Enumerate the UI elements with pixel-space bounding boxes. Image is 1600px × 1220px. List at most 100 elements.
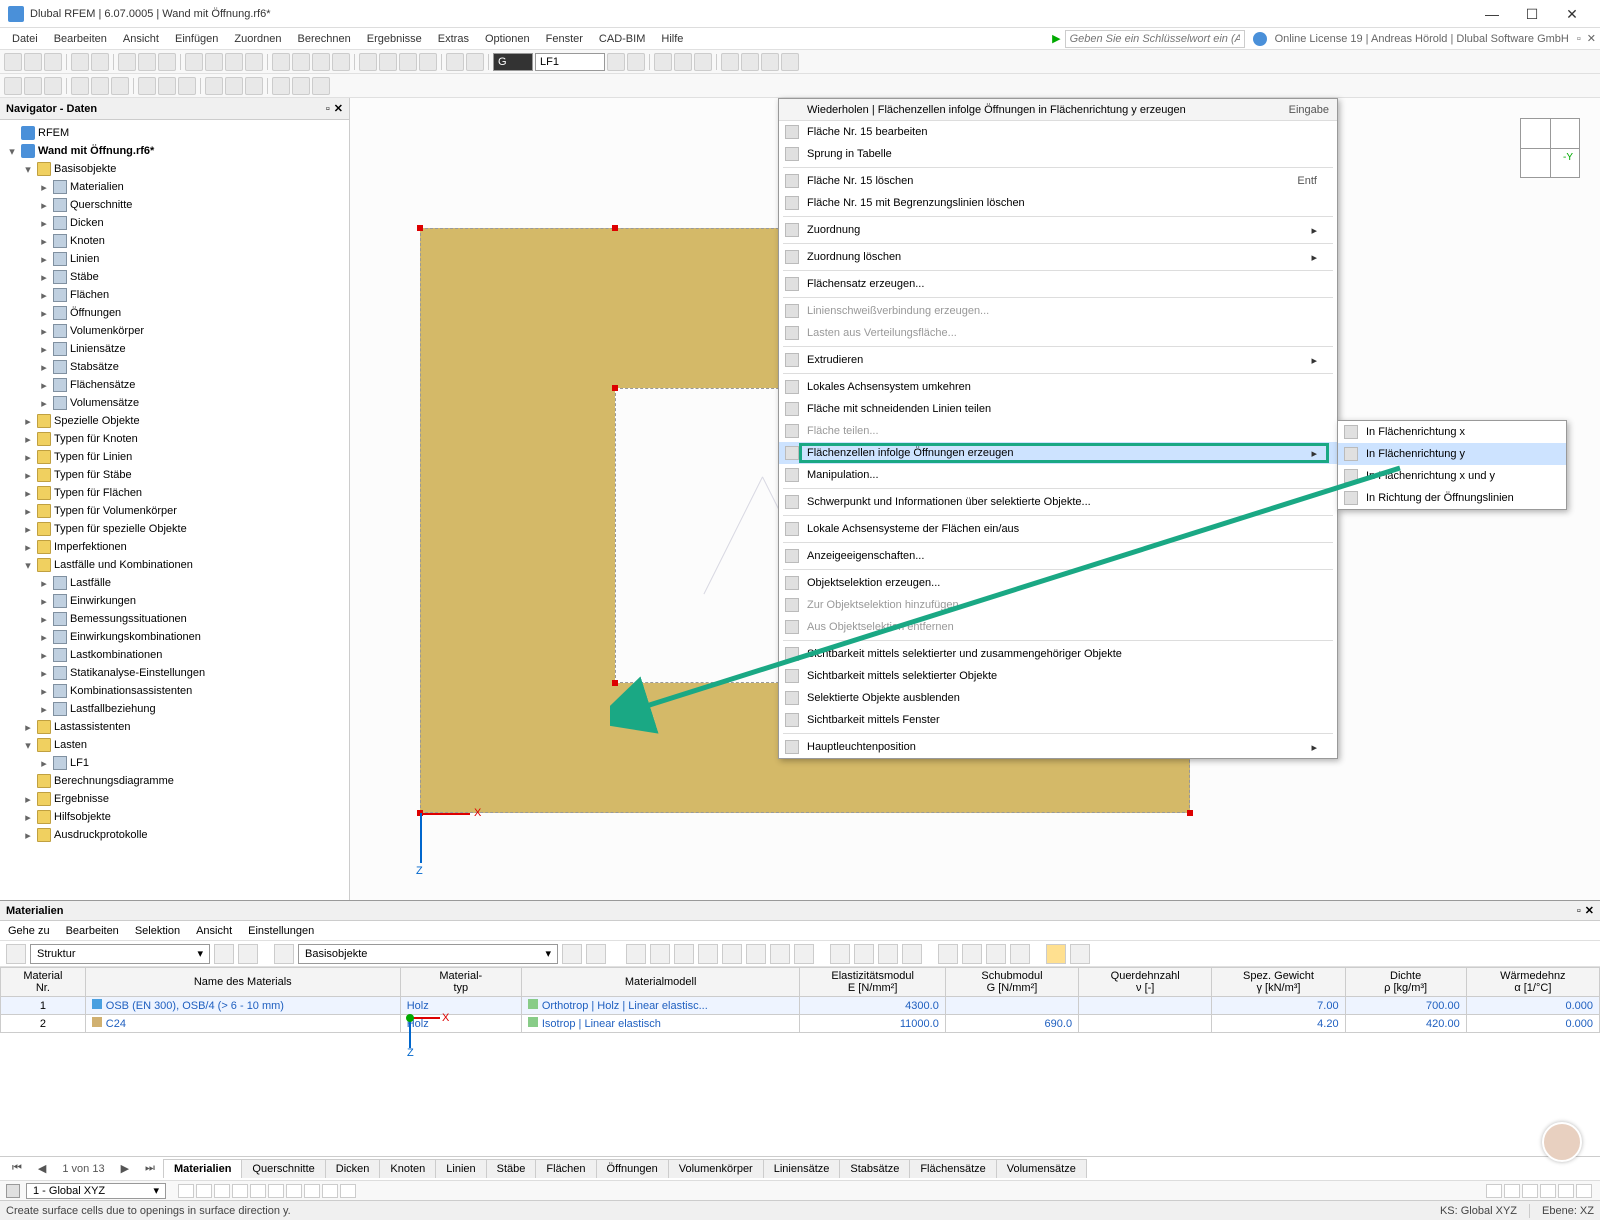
tree-node[interactable]: ▸Liniensätze bbox=[2, 340, 347, 358]
tree-node[interactable]: ▸Hilfsobjekte bbox=[2, 808, 347, 826]
bp-t15-icon[interactable] bbox=[1010, 944, 1030, 964]
tool-s-icon[interactable] bbox=[741, 53, 759, 71]
menu-hilfe[interactable]: Hilfe bbox=[653, 31, 691, 47]
bp-tab[interactable]: Liniensätze bbox=[763, 1159, 841, 1178]
sb-r2-icon[interactable] bbox=[1504, 1184, 1520, 1198]
tool-e-icon[interactable] bbox=[272, 53, 290, 71]
tree-node[interactable]: RFEM bbox=[2, 124, 347, 142]
bp-next-icon[interactable] bbox=[238, 944, 258, 964]
tool2-d-icon[interactable] bbox=[71, 77, 89, 95]
tree-node[interactable]: ▸Ergebnisse bbox=[2, 790, 347, 808]
tool2-g-icon[interactable] bbox=[138, 77, 156, 95]
tree-node[interactable]: ▸LF1 bbox=[2, 754, 347, 772]
bp-highlight-icon[interactable] bbox=[1046, 944, 1066, 964]
ctx-sub-item[interactable]: In Richtung der Öffnungslinien bbox=[1338, 487, 1566, 509]
menu-bearbeiten[interactable]: Bearbeiten bbox=[46, 31, 115, 47]
tool-a-icon[interactable] bbox=[185, 53, 203, 71]
sb-r5-icon[interactable] bbox=[1558, 1184, 1574, 1198]
close-button[interactable]: ✕ bbox=[1552, 2, 1592, 26]
tree-node[interactable]: ▸Typen für Volumenkörper bbox=[2, 502, 347, 520]
tab-first-icon[interactable]: ⏮ bbox=[4, 1160, 30, 1177]
ctx-item[interactable]: Sichtbarkeit mittels Fenster bbox=[779, 709, 1337, 731]
tree-node[interactable]: ▸Flächen bbox=[2, 286, 347, 304]
tab-prev-icon[interactable]: ◀ bbox=[30, 1160, 54, 1177]
tree-node[interactable]: ▸Volumensätze bbox=[2, 394, 347, 412]
tree-node[interactable]: ▸Materialien bbox=[2, 178, 347, 196]
doc-close-button[interactable]: ✕ bbox=[1587, 32, 1596, 45]
tool-g-icon[interactable] bbox=[312, 53, 330, 71]
bp-tab[interactable]: Volumenkörper bbox=[668, 1159, 764, 1178]
tool-i-icon[interactable] bbox=[359, 53, 377, 71]
tool2-j-icon[interactable] bbox=[205, 77, 223, 95]
sb-r3-icon[interactable] bbox=[1522, 1184, 1538, 1198]
tool-b-icon[interactable] bbox=[205, 53, 223, 71]
tool-next-icon[interactable] bbox=[627, 53, 645, 71]
tree-node[interactable]: ▸Stabsätze bbox=[2, 358, 347, 376]
tool-r-icon[interactable] bbox=[721, 53, 739, 71]
tree-node[interactable]: ▾Lasten bbox=[2, 736, 347, 754]
menu-ergebnisse[interactable]: Ergebnisse bbox=[359, 31, 430, 47]
tool-print-icon[interactable] bbox=[118, 53, 136, 71]
sb-t5-icon[interactable] bbox=[250, 1184, 266, 1198]
bp-t9-icon[interactable] bbox=[830, 944, 850, 964]
tool-f-icon[interactable] bbox=[292, 53, 310, 71]
tool2-e-icon[interactable] bbox=[91, 77, 109, 95]
tool-p-icon[interactable] bbox=[674, 53, 692, 71]
tool-save-icon[interactable] bbox=[44, 53, 62, 71]
bp-tab[interactable]: Öffnungen bbox=[596, 1159, 669, 1178]
ctx-sub-item[interactable]: In Flächenrichtung x bbox=[1338, 421, 1566, 443]
sb-t9-icon[interactable] bbox=[322, 1184, 338, 1198]
bp-menu-bearbeiten[interactable]: Bearbeiten bbox=[66, 925, 119, 937]
tree-node[interactable]: ▸Lastassistenten bbox=[2, 718, 347, 736]
menu-datei[interactable]: Datei bbox=[4, 31, 46, 47]
bp-combo-basisobjekte[interactable]: Basisobjekte▾ bbox=[298, 944, 558, 964]
ctx-item[interactable]: Fläche Nr. 15 bearbeiten bbox=[779, 121, 1337, 143]
tool-redo-icon[interactable] bbox=[91, 53, 109, 71]
tab-next-icon[interactable]: ▶ bbox=[113, 1160, 137, 1177]
bp-tab[interactable]: Materialien bbox=[163, 1159, 242, 1178]
keyword-search[interactable] bbox=[1065, 30, 1245, 48]
tool-new-icon[interactable] bbox=[4, 53, 22, 71]
ctx-item[interactable]: Schwerpunkt und Informationen über selek… bbox=[779, 491, 1337, 513]
view-cube[interactable]: -Y bbox=[1520, 118, 1580, 178]
tree-node[interactable]: ▾Lastfälle und Kombinationen bbox=[2, 556, 347, 574]
ctx-sub-item[interactable]: In Flächenrichtung x und y bbox=[1338, 465, 1566, 487]
ctx-item[interactable]: Manipulation... bbox=[779, 464, 1337, 486]
tool-undo-icon[interactable] bbox=[71, 53, 89, 71]
tool-prev-icon[interactable] bbox=[607, 53, 625, 71]
support-avatar[interactable] bbox=[1542, 1122, 1582, 1162]
menu-zuordnen[interactable]: Zuordnen bbox=[226, 31, 289, 47]
tool2-h-icon[interactable] bbox=[158, 77, 176, 95]
tool2-l-icon[interactable] bbox=[245, 77, 263, 95]
ctx-sub-item[interactable]: In Flächenrichtung y bbox=[1338, 443, 1566, 465]
tree-node[interactable]: ▸Öffnungen bbox=[2, 304, 347, 322]
tool-q-icon[interactable] bbox=[694, 53, 712, 71]
bp-next2-icon[interactable] bbox=[586, 944, 606, 964]
panel-pin-icon[interactable]: ▫ bbox=[1577, 905, 1581, 917]
bp-menu-einstellungen[interactable]: Einstellungen bbox=[248, 925, 314, 937]
node-handle[interactable] bbox=[612, 225, 618, 231]
tree-node[interactable]: ▸Ausdruckprotokolle bbox=[2, 826, 347, 844]
bp-t2-icon[interactable] bbox=[650, 944, 670, 964]
ctx-item[interactable]: Fläche Nr. 15 mit Begrenzungslinien lösc… bbox=[779, 192, 1337, 214]
bp-tool-obj-icon[interactable] bbox=[274, 944, 294, 964]
bp-t8-icon[interactable] bbox=[794, 944, 814, 964]
node-handle[interactable] bbox=[612, 680, 618, 686]
bp-tab[interactable]: Volumensätze bbox=[996, 1159, 1087, 1178]
tree-node[interactable]: ▸Spezielle Objekte bbox=[2, 412, 347, 430]
sb-r4-icon[interactable] bbox=[1540, 1184, 1556, 1198]
tool-l-icon[interactable] bbox=[419, 53, 437, 71]
tree-node[interactable]: ▸Bemessungssituationen bbox=[2, 610, 347, 628]
tool2-k-icon[interactable] bbox=[225, 77, 243, 95]
tree-node[interactable]: ▸Dicken bbox=[2, 214, 347, 232]
ctx-item[interactable]: Sprung in Tabelle bbox=[779, 143, 1337, 165]
tool2-f-icon[interactable] bbox=[111, 77, 129, 95]
tree-node[interactable]: ▸Stäbe bbox=[2, 268, 347, 286]
sb-t8-icon[interactable] bbox=[304, 1184, 320, 1198]
tree-node[interactable]: Berechnungsdiagramme bbox=[2, 772, 347, 790]
tool-n-icon[interactable] bbox=[466, 53, 484, 71]
panel-close-icon[interactable]: ✕ bbox=[1585, 904, 1594, 917]
sb-t4-icon[interactable] bbox=[232, 1184, 248, 1198]
bp-t16-icon[interactable] bbox=[1070, 944, 1090, 964]
context-menu[interactable]: Wiederholen | Flächenzellen infolge Öffn… bbox=[778, 98, 1338, 759]
